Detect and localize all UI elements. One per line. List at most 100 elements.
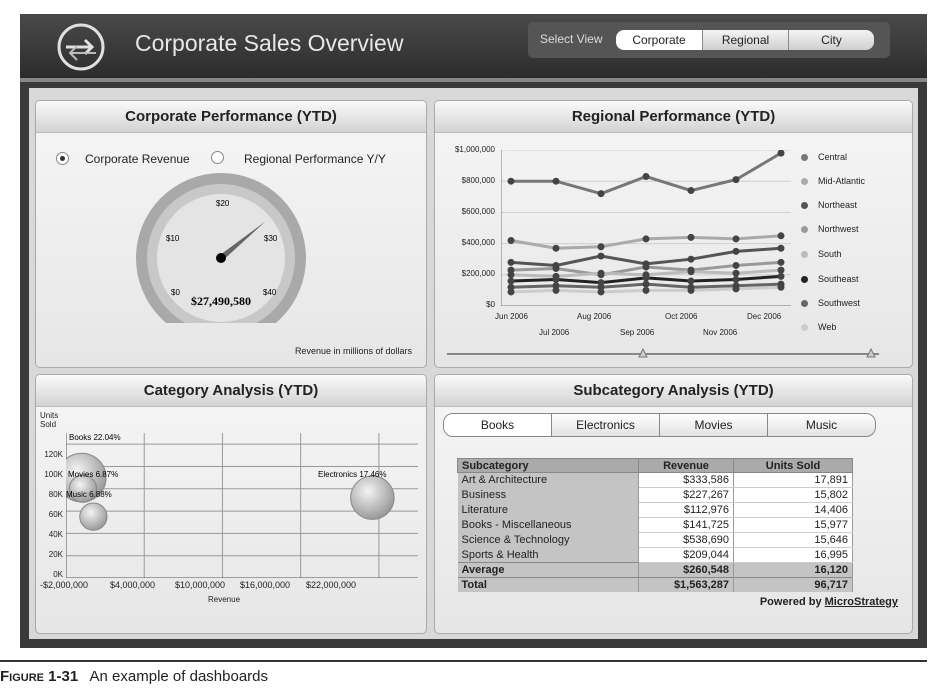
gauge-label-30: $30 xyxy=(264,234,278,243)
data-point xyxy=(687,187,695,195)
gauge-value: $27,490,580 xyxy=(191,294,251,308)
category-y-label: Units Sold xyxy=(40,411,59,429)
legend-dot xyxy=(801,300,808,308)
legend-label: Central xyxy=(818,152,848,162)
cell-revenue: $1,563,287 xyxy=(638,577,734,592)
category-bubble-chart: Books 22.04% Movies 6.87% Music 6.88% Elect… xyxy=(66,433,418,578)
subcategory-table: Subcategory Revenue Units Sold Art & Arc… xyxy=(457,458,853,592)
legend-label: Mid-Atlantic xyxy=(818,176,866,186)
data-point xyxy=(777,272,785,280)
table-row: Science & Technology $538,690 15,646 xyxy=(457,532,853,548)
category-x-label: Revenue xyxy=(208,595,241,604)
data-point xyxy=(552,265,560,273)
data-point xyxy=(507,177,515,185)
regional-x-tick: Aug 2006 xyxy=(577,312,612,321)
view-tab-regional[interactable]: Regional xyxy=(703,30,789,50)
bubble-label: Electronics 17.46% xyxy=(318,470,386,479)
view-tabs: Corporate Regional City xyxy=(616,30,874,50)
data-point xyxy=(642,274,650,282)
corporate-revenue-radio[interactable] xyxy=(56,152,69,165)
subtab-music[interactable]: Music xyxy=(768,414,875,436)
regional-y-tick: $600,000 xyxy=(461,207,495,216)
data-point xyxy=(777,244,785,252)
cell-subcategory: Total xyxy=(457,577,639,592)
regional-x-tick: Jun 2006 xyxy=(495,312,528,321)
figure-number: Figure 1-31 xyxy=(0,668,79,685)
legend-item-web: Web xyxy=(801,322,836,332)
table-row-average: Average $260,548 16,120 xyxy=(457,562,853,578)
data-point xyxy=(597,243,605,251)
regional-x-tick: Oct 2006 xyxy=(665,312,698,321)
app-title: Corporate Sales Overview xyxy=(135,30,404,56)
data-point xyxy=(642,286,650,294)
data-point xyxy=(597,269,605,277)
cell-revenue: $227,267 xyxy=(638,487,734,503)
category-panel: Category Analysis (YTD) Units Sold 120K … xyxy=(35,374,427,634)
legend-dot xyxy=(801,276,808,284)
data-point xyxy=(642,235,650,243)
cell-revenue: $209,044 xyxy=(638,547,734,563)
data-point xyxy=(777,283,785,291)
data-point xyxy=(507,258,515,266)
regional-title: Regional Performance (YTD) xyxy=(435,101,912,133)
cell-subcategory: Books - Miscellaneous xyxy=(457,517,639,533)
data-point xyxy=(687,268,695,276)
view-tab-corporate[interactable]: Corporate xyxy=(616,30,703,50)
data-point xyxy=(597,288,605,296)
data-point xyxy=(777,232,785,240)
column-header-revenue: Revenue xyxy=(638,458,734,473)
regional-performance-radio[interactable] xyxy=(211,151,224,164)
category-y-tick: 120K xyxy=(44,450,63,459)
regional-y-tick: $800,000 xyxy=(461,176,495,185)
refresh-logo-icon xyxy=(57,23,105,71)
regional-panel: Regional Performance (YTD) $1,000,000 $8… xyxy=(434,100,913,368)
category-y-tick: 60K xyxy=(48,510,63,519)
table-header-row: Subcategory Revenue Units Sold xyxy=(457,458,853,473)
gauge-note: Revenue in millions of dollars xyxy=(294,346,412,356)
cell-revenue: $141,725 xyxy=(638,517,734,533)
category-y-tick: 40K xyxy=(48,530,63,539)
legend-label: South xyxy=(818,249,842,259)
cell-subcategory: Sports & Health xyxy=(457,547,639,563)
microstrategy-link[interactable]: MicroStrategy xyxy=(825,596,898,608)
corporate-panel: Corporate Performance (YTD) Corporate Re… xyxy=(35,100,427,368)
table-row-total: Total $1,563,287 96,717 xyxy=(457,577,853,592)
regional-y-tick: $200,000 xyxy=(461,269,495,278)
category-x-tick: $22,000,000 xyxy=(306,580,357,590)
category-y-tick: 0K xyxy=(53,570,63,579)
data-point xyxy=(732,247,740,255)
category-title: Category Analysis (YTD) xyxy=(36,375,426,407)
date-range-slider[interactable] xyxy=(443,345,883,359)
view-tab-city[interactable]: City xyxy=(789,30,874,50)
legend-dot xyxy=(801,226,808,234)
powered-by-label: Powered by xyxy=(759,596,822,608)
content-area: Corporate Performance (YTD) Corporate Re… xyxy=(29,88,918,639)
data-point xyxy=(732,285,740,293)
data-point xyxy=(687,286,695,294)
data-point xyxy=(687,277,695,285)
subtab-movies[interactable]: Movies xyxy=(660,414,768,436)
cell-revenue: $260,548 xyxy=(638,562,734,578)
category-x-tick: $10,000,000 xyxy=(175,580,226,590)
regional-line-chart xyxy=(501,150,791,306)
legend-dot xyxy=(801,202,808,210)
subcategory-title: Subcategory Analysis (YTD) xyxy=(435,375,912,407)
column-header-subcategory: Subcategory xyxy=(457,458,639,473)
regional-x-tick: Nov 2006 xyxy=(703,328,738,337)
legend-dot xyxy=(801,324,808,332)
legend-label: Northwest xyxy=(818,224,859,234)
cell-subcategory: Literature xyxy=(457,502,639,518)
subtab-books[interactable]: Books xyxy=(444,414,552,436)
legend-item-northwest: Northwest xyxy=(801,224,859,234)
data-point xyxy=(732,235,740,243)
legend-dot xyxy=(801,178,808,186)
data-point xyxy=(552,244,560,252)
data-point xyxy=(507,288,515,296)
cell-revenue: $112,976 xyxy=(638,502,734,518)
dashboard-frame: Corporate Sales Overview Select View Cor… xyxy=(20,14,927,648)
gauge-label-10: $10 xyxy=(166,234,180,243)
subtab-electronics[interactable]: Electronics xyxy=(552,414,660,436)
data-point xyxy=(597,190,605,198)
cell-units: 16,995 xyxy=(733,547,853,563)
view-selector: Select View Corporate Regional City xyxy=(528,22,890,58)
